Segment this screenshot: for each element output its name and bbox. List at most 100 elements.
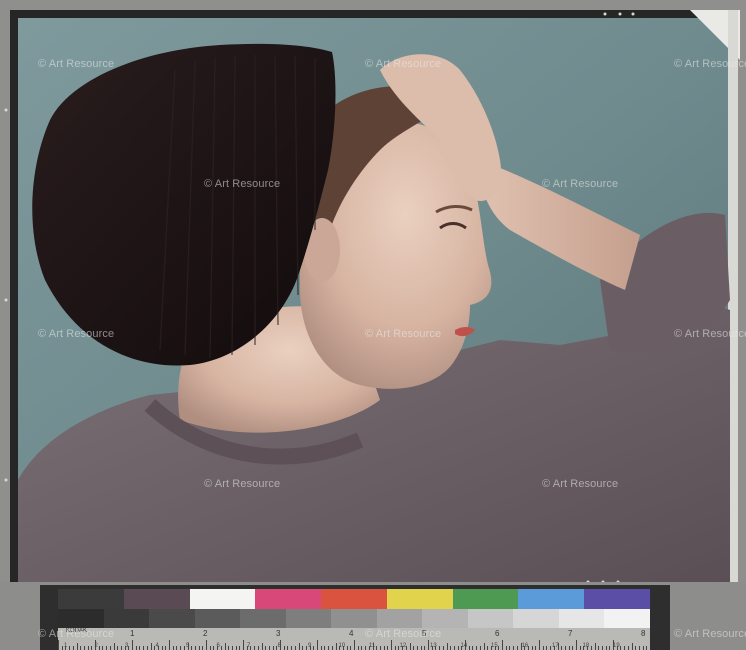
ruler-tick — [224, 643, 226, 650]
ruler-tick — [472, 646, 474, 650]
ruler-tick — [627, 646, 629, 650]
gray-step — [558, 609, 605, 628]
ruler-tick — [453, 646, 455, 650]
ruler-tick — [120, 646, 122, 650]
ruler-cm-label: 13 — [430, 643, 437, 649]
ruler-tick — [161, 646, 163, 650]
ruler-tick — [206, 640, 207, 650]
ruler-tick — [620, 646, 622, 650]
color-patch — [386, 589, 453, 609]
ruler-tick — [328, 646, 330, 650]
ruler-cm-label: 10 — [338, 643, 346, 649]
ruler-tick — [576, 640, 577, 650]
ruler-tick — [498, 646, 500, 650]
watermark: © Art Resource — [542, 478, 619, 490]
watermark: © Art Resource — [38, 628, 115, 640]
ruler-tick — [324, 646, 326, 650]
ruler-tick — [287, 646, 289, 650]
ruler-tick — [231, 646, 233, 650]
watermark: © Art Resource — [204, 178, 281, 190]
gray-step — [103, 609, 150, 628]
ruler-tick — [568, 646, 570, 650]
ruler-inch-label: 1 — [130, 629, 135, 638]
ruler-tick — [228, 646, 230, 650]
ruler-tick — [424, 646, 426, 650]
ruler-tick — [76, 643, 78, 650]
ruler-inch-label: 8 — [641, 629, 646, 638]
ruler-tick — [487, 646, 489, 650]
ruler-tick — [505, 646, 507, 650]
color-reference-bar — [58, 589, 651, 609]
grayscale-reference-bar — [58, 609, 650, 628]
ruler-cm-label: 1 — [64, 643, 68, 649]
ruler-tick — [135, 646, 137, 650]
color-patch — [518, 589, 585, 609]
ruler-tick — [320, 646, 322, 650]
color-patch — [255, 589, 322, 609]
ruler-tick — [72, 646, 74, 650]
photograph-scene — [0, 0, 746, 650]
gray-step — [376, 609, 423, 628]
ruler-tick — [442, 646, 444, 650]
ruler-tick — [572, 646, 574, 650]
ruler-tick — [361, 646, 363, 650]
ruler-cm-label: 17 — [552, 643, 559, 649]
ruler-tick — [106, 646, 108, 650]
ruler-tick — [172, 646, 174, 650]
gray-step — [422, 609, 468, 628]
ruler-cm-label: 14 — [460, 643, 468, 649]
ruler-inch-label: 7 — [568, 629, 573, 638]
ruler-tick — [268, 646, 270, 650]
ruler-tick — [176, 646, 178, 650]
ruler-tick — [590, 646, 592, 650]
ruler-cm-label: 5 — [186, 643, 190, 649]
ruler-tick — [150, 643, 152, 650]
ruler-tick — [383, 646, 385, 650]
gray-step — [604, 609, 650, 628]
ruler-tick — [638, 646, 640, 650]
ruler-tick — [502, 640, 503, 650]
ruler-tick — [98, 646, 100, 650]
ruler-tick — [117, 646, 119, 650]
ruler-tick — [409, 643, 411, 650]
ruler-tick — [113, 643, 115, 650]
ruler-inch-label: 3 — [276, 629, 281, 638]
ruler-cm-label: 3 — [125, 643, 129, 649]
ruler-tick — [468, 646, 470, 650]
ruler-tick — [379, 646, 381, 650]
color-patch — [452, 589, 519, 609]
ruler-tick — [139, 646, 141, 650]
ruler-tick — [609, 646, 611, 650]
ruler-tick — [624, 646, 626, 650]
ruler-tick — [317, 640, 318, 650]
color-patch — [189, 589, 256, 609]
ruler-inch-label: 2 — [203, 629, 208, 638]
ruler-tick — [365, 646, 367, 650]
ruler-tick — [479, 646, 481, 650]
ruler-tick — [294, 646, 296, 650]
ruler-tick — [194, 646, 196, 650]
ruler-tick — [183, 646, 185, 650]
watermark: © Art Resource — [38, 328, 115, 340]
ruler-cm-label: 6 — [216, 643, 220, 649]
ruler-tick — [83, 646, 85, 650]
ruler-tick — [202, 646, 204, 650]
ruler-tick — [642, 646, 644, 650]
ruler-tick — [579, 646, 581, 650]
gray-step — [149, 609, 195, 628]
ruler-tick — [165, 646, 167, 650]
gray-step — [285, 609, 332, 628]
ruler-cm-label: 2 — [94, 643, 98, 649]
ruler-tick — [80, 646, 82, 650]
ruler-tick — [350, 646, 352, 650]
watermark: © Art Resource — [674, 58, 746, 70]
ruler-tick — [335, 643, 337, 650]
ruler-tick — [298, 643, 300, 650]
ruler-tick — [143, 646, 145, 650]
ruler-tick — [546, 646, 548, 650]
ruler-tick — [513, 646, 515, 650]
ruler-tick — [550, 646, 552, 650]
ruler-tick — [257, 646, 259, 650]
ruler-tick — [58, 640, 59, 650]
ruler-tick — [646, 646, 648, 650]
